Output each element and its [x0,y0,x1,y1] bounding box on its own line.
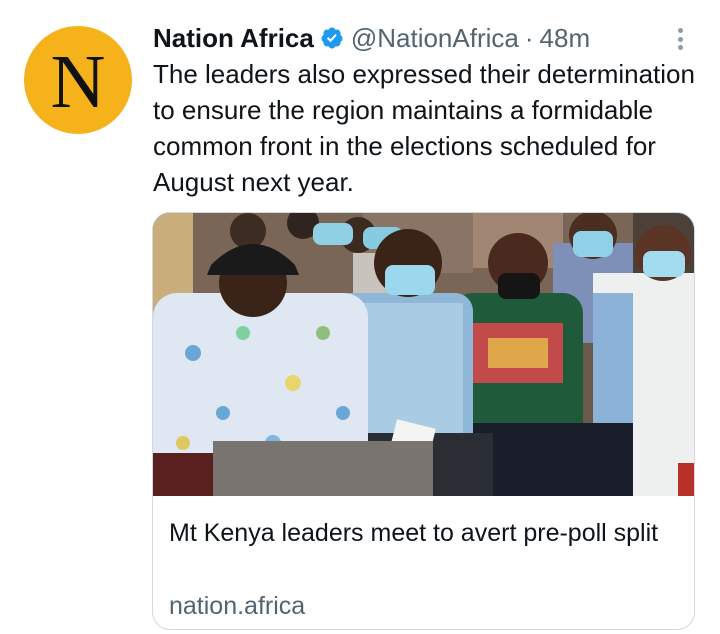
separator-dot: · [524,23,534,53]
link-card-image[interactable] [153,213,695,496]
tweet[interactable]: N Nation Africa @NationAfrica · 48m The … [0,0,720,634]
more-dot [677,45,683,50]
more-dot [677,36,683,42]
tweet-text: The leaders also expressed their determi… [153,59,695,197]
link-card-domain: nation.africa [169,592,306,620]
link-card-title[interactable]: Mt Kenya leaders meet to avert pre-poll … [169,515,679,551]
tweet-header: Nation Africa @NationAfrica · 48m [153,22,590,54]
link-card[interactable]: Mt Kenya leaders meet to avert pre-poll … [152,212,695,630]
more-dot [677,28,683,33]
verified-badge-icon [321,27,343,49]
timestamp[interactable]: 48m [540,22,591,54]
more-options-icon[interactable] [670,24,690,54]
avatar[interactable]: N [24,26,132,134]
author-name[interactable]: Nation Africa [153,22,314,54]
author-handle[interactable]: @NationAfrica [351,22,519,54]
avatar-logo-letter: N [50,40,106,124]
